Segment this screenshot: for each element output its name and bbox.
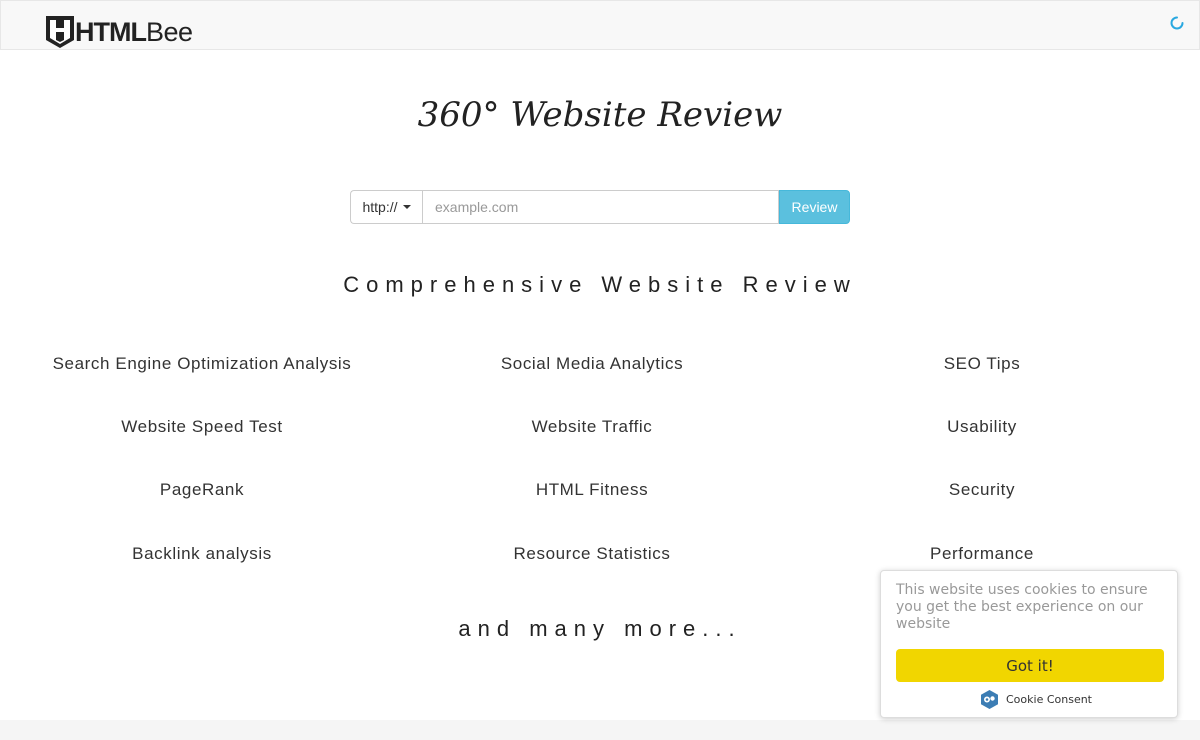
feature-item: Website Traffic [531, 417, 653, 436]
feature-item: Website Speed Test [121, 417, 283, 436]
feature-item: Search Engine Optimization Analysis [52, 354, 352, 373]
chevron-down-icon [402, 205, 411, 209]
logo-text-bold: HTML [75, 16, 147, 47]
footer-strip [0, 720, 1200, 740]
features-heading: Comprehensive Website Review [343, 272, 857, 297]
loading-spinner-icon [1170, 16, 1184, 30]
cookie-consent-icon [981, 690, 998, 709]
feature-item: SEO Tips [943, 354, 1021, 373]
review-button[interactable]: Review [779, 190, 850, 224]
protocol-dropdown-button[interactable]: http:// [350, 190, 422, 224]
top-navbar: HTML Bee [0, 0, 1200, 50]
feature-item: HTML Fitness [535, 480, 649, 499]
feature-item: Performance [930, 544, 1034, 563]
cookie-consent-link[interactable]: Cookie Consent [979, 689, 1092, 710]
logo-text-light: Bee [145, 16, 193, 47]
feature-item: PageRank [159, 480, 245, 499]
cookie-message: This website uses cookies to ensure you … [896, 582, 1148, 632]
review-search-form: http:// Review [350, 190, 850, 224]
htmlbee-logo-link[interactable]: HTML Bee [45, 15, 193, 49]
feature-item: Security [948, 480, 1016, 499]
got-it-button[interactable]: Got it! [896, 649, 1164, 682]
cookie-consent-popup: This website uses cookies to ensure you … [880, 570, 1178, 718]
feature-item: Resource Statistics [513, 544, 671, 563]
cookie-consent-label: Cookie Consent [1006, 693, 1092, 706]
url-input[interactable] [422, 190, 779, 224]
feature-item: Usability [947, 417, 1017, 436]
feature-item: Social Media Analytics [500, 354, 684, 373]
page-title: 360° Website Review [417, 95, 783, 135]
htmlbee-shield-icon [46, 16, 74, 48]
feature-item: Backlink analysis [132, 544, 272, 563]
protocol-label: http:// [362, 199, 398, 215]
